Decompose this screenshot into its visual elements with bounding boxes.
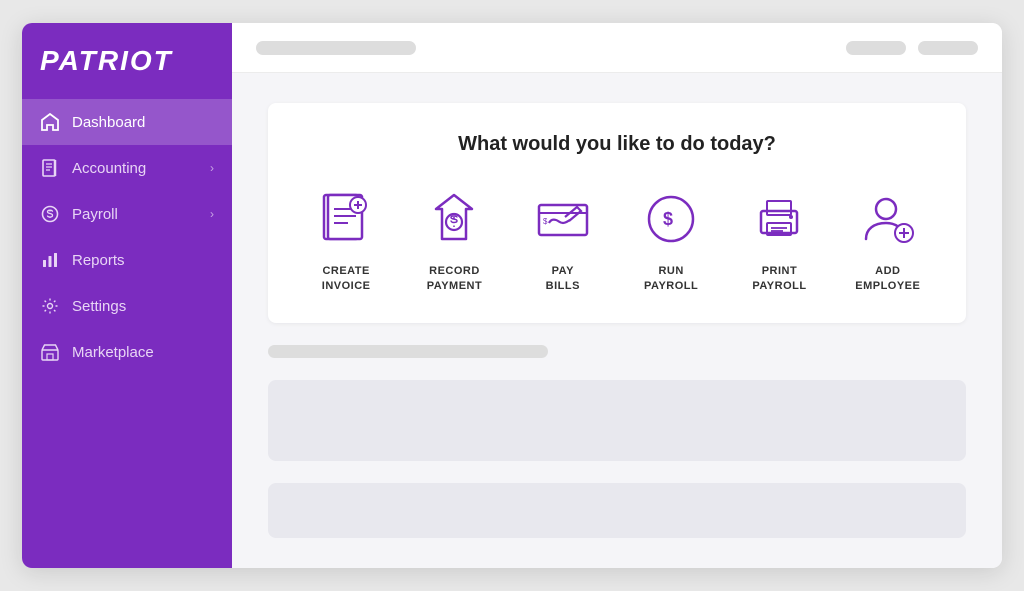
action-record-payment-label: RECORDPAYMENT [427,264,482,295]
placeholder-bar [268,345,548,358]
top-bar-placeholder-right1 [846,41,906,55]
invoice-icon [311,184,381,254]
svg-text:$: $ [543,217,548,226]
action-print-payroll-label: PRINTPAYROLL [752,264,806,295]
home-icon [40,112,60,132]
top-bar-placeholder-wide [256,41,416,55]
quick-actions-grid: CREATEINVOICE RECORDPAYMENT [298,184,936,295]
placeholder-block-2 [268,483,966,538]
sidebar-item-reports-label: Reports [72,252,214,269]
store-icon [40,342,60,362]
top-bar-placeholder-right2 [918,41,978,55]
sidebar-item-settings-label: Settings [72,298,214,315]
action-create-invoice-label: CREATEINVOICE [322,264,371,295]
main-content: What would you like to do today? [232,23,1002,568]
action-record-payment[interactable]: RECORDPAYMENT [414,184,494,295]
action-run-payroll-label: RUNPAYROLL [644,264,698,295]
employee-icon [853,184,923,254]
quick-actions-title: What would you like to do today? [298,133,936,156]
top-bar [232,23,1002,73]
quick-actions-section: What would you like to do today? [268,103,966,323]
payroll-icon: $ [636,184,706,254]
sidebar-item-dashboard-label: Dashboard [72,114,214,131]
app-logo: PATRIOT [22,23,232,95]
content-area: What would you like to do today? [232,73,1002,568]
action-print-payroll[interactable]: PRINTPAYROLL [739,184,819,295]
sidebar-nav: Dashboard Accounting › [22,99,232,375]
print-icon [744,184,814,254]
payment-icon [419,184,489,254]
sidebar-item-payroll[interactable]: Payroll › [22,191,232,237]
bar-chart-icon [40,250,60,270]
sidebar-item-payroll-label: Payroll [72,206,198,223]
sidebar-item-reports[interactable]: Reports [22,237,232,283]
sidebar-item-marketplace[interactable]: Marketplace [22,329,232,375]
sidebar-item-accounting-label: Accounting [72,160,198,177]
action-create-invoice[interactable]: CREATEINVOICE [306,184,386,295]
sidebar-item-accounting[interactable]: Accounting › [22,145,232,191]
dollar-circle-icon [40,204,60,224]
app-container: PATRIOT Dashboard [22,23,1002,568]
action-add-employee[interactable]: ADDEMPLOYEE [848,184,928,295]
sidebar-item-settings[interactable]: Settings [22,283,232,329]
sidebar-item-marketplace-label: Marketplace [72,344,214,361]
book-icon [40,158,60,178]
sidebar-item-dashboard[interactable]: Dashboard [22,99,232,145]
action-add-employee-label: ADDEMPLOYEE [855,264,920,295]
chevron-right-icon-2: › [210,207,214,221]
action-pay-bills-label: PAYBILLS [546,264,580,295]
chevron-right-icon: › [210,161,214,175]
svg-text:$: $ [663,209,673,229]
sidebar: PATRIOT Dashboard [22,23,232,568]
action-pay-bills[interactable]: $ PAYBILLS [523,184,603,295]
action-run-payroll[interactable]: $ RUNPAYROLL [631,184,711,295]
gear-icon [40,296,60,316]
placeholder-block-1 [268,380,966,462]
bills-icon: $ [528,184,598,254]
